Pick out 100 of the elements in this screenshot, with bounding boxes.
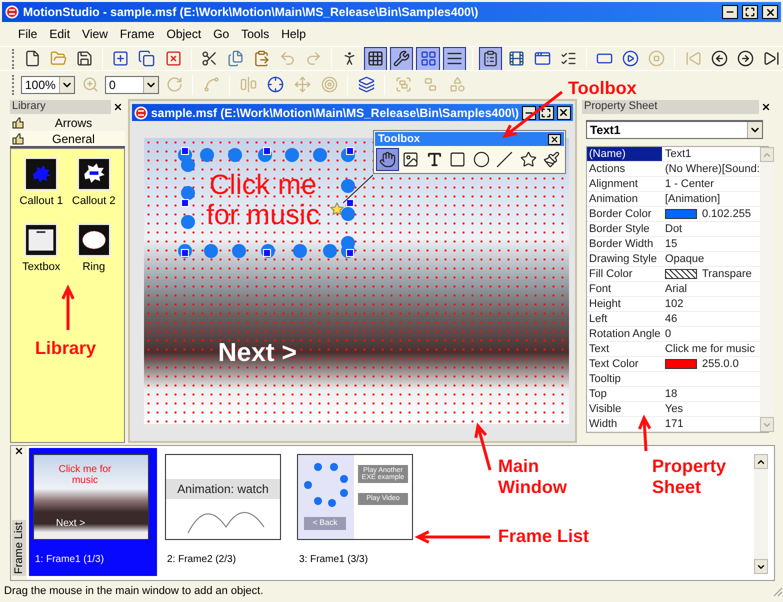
selection-handle[interactable] <box>181 147 189 155</box>
menu-item[interactable]: Edit <box>43 27 76 41</box>
property-value: Text1 <box>665 148 692 160</box>
callout-label: Frame List <box>498 526 590 547</box>
menu-item[interactable]: Object <box>160 27 208 41</box>
library-item-label[interactable]: Ring <box>82 261 106 273</box>
connector-line <box>343 174 373 204</box>
frame-label: 3: Frame1 (3/3) <box>298 554 369 565</box>
close-icon <box>761 102 771 112</box>
hand-icon <box>378 151 396 168</box>
maximize-button[interactable] <box>742 5 758 19</box>
property-name[interactable]: Animation <box>587 192 662 206</box>
wrench-icon <box>393 50 410 67</box>
app-logo-icon <box>134 106 148 120</box>
close-button[interactable] <box>548 134 561 144</box>
property-value: 0 <box>665 328 672 340</box>
line-icon <box>496 151 514 168</box>
property-name[interactable]: Border Width <box>587 237 662 251</box>
property-value: 18 <box>665 388 678 400</box>
canvas-text[interactable]: Next > <box>218 337 297 368</box>
callout-label: Property Sheet <box>652 456 728 498</box>
selection-handle[interactable] <box>181 199 189 207</box>
frame-label: 2: Frame2 (2/3) <box>166 554 237 565</box>
window-title: MotionStudio - sample.msf (E:\Work\Motion\Main\MS_Release\Bin\Samples400\) <box>23 5 480 19</box>
scroll-down-button[interactable] <box>754 559 768 574</box>
toolbar-button[interactable] <box>364 46 388 70</box>
value-dropdown[interactable]: 100% <box>21 76 75 94</box>
property-name[interactable]: Font <box>587 282 662 296</box>
maximize-icon <box>745 7 755 17</box>
menu-item[interactable]: File <box>12 27 44 41</box>
property-name[interactable]: Width <box>587 417 662 431</box>
property-name[interactable]: Actions <box>587 162 662 176</box>
frame-label: 1: Frame1 (1/3) <box>34 554 105 565</box>
thumbnail-caption: Click me for music <box>58 465 112 486</box>
copy-squares-icon <box>138 50 156 67</box>
property-value: 1 - Center <box>665 178 714 190</box>
scissors-icon <box>200 50 218 67</box>
property-name[interactable]: Drawing Style <box>587 252 662 266</box>
selection-handle[interactable] <box>181 249 189 257</box>
undo-icon <box>278 50 296 67</box>
library-item-label[interactable]: Callout 1 <box>20 195 63 207</box>
property-name[interactable]: Height <box>587 297 662 311</box>
object-dropdown[interactable]: Text1 <box>586 120 763 139</box>
library-item-label[interactable]: Callout 2 <box>72 195 116 207</box>
close-button[interactable] <box>762 5 778 19</box>
thumb-up-icon <box>12 132 24 144</box>
panel-title: Library <box>10 100 111 114</box>
property-value: (No Where)[Sound: <box>665 163 760 175</box>
property-name[interactable]: (Name) <box>587 147 662 161</box>
property-value: Dot <box>665 223 682 235</box>
toolbar-button[interactable] <box>390 46 414 70</box>
selection-handle[interactable] <box>263 249 271 257</box>
add-square-icon <box>112 50 130 67</box>
toolbar-button[interactable] <box>478 46 502 70</box>
delete-square-icon <box>164 50 182 67</box>
panel-title: Frame List <box>12 520 26 576</box>
property-name[interactable]: Top <box>587 387 662 401</box>
checklist-icon <box>560 50 578 67</box>
menu-item[interactable]: View <box>76 27 114 41</box>
window-title: sample.msf (E:\Work\Motion\Main\MS_Release\Bin\Samples400\) <box>151 106 519 120</box>
minimize-button[interactable] <box>722 5 738 19</box>
property-name[interactable]: Tooltip <box>587 372 662 386</box>
window-icon <box>24 223 58 257</box>
toolbar-button[interactable] <box>442 46 466 70</box>
category-tab[interactable]: General <box>10 131 125 148</box>
property-name[interactable]: Left <box>587 312 662 326</box>
frame-item[interactable]: Click me for music Next > 1: Frame1 (1/3) <box>29 448 157 576</box>
property-name[interactable]: Fill Color <box>587 267 662 281</box>
menu-item[interactable]: Go <box>207 27 236 41</box>
selection-handle[interactable] <box>346 249 354 257</box>
selection-handle[interactable] <box>346 147 354 155</box>
library-item-label[interactable]: Textbox <box>22 261 60 273</box>
close-icon <box>550 134 559 144</box>
brush-icon <box>543 151 560 168</box>
thumbnail-button: < Back <box>304 517 346 530</box>
group-icon <box>394 76 412 93</box>
property-name[interactable]: Border Color <box>587 207 662 221</box>
property-name[interactable]: Border Style <box>587 222 662 236</box>
close-button[interactable] <box>556 106 572 120</box>
rectangle-icon <box>449 151 466 168</box>
property-name[interactable]: Text Color <box>587 357 662 371</box>
tool-button[interactable] <box>376 148 398 171</box>
toolbar-button[interactable] <box>416 46 440 70</box>
menu-item[interactable]: Tools <box>235 27 276 41</box>
selection-handle[interactable] <box>346 199 354 207</box>
move-icon <box>294 76 310 93</box>
selection-handle[interactable] <box>263 147 271 155</box>
category-tab[interactable]: Arrows <box>10 114 125 131</box>
callout-label: Library <box>35 338 98 359</box>
align-icon <box>240 76 256 93</box>
property-name[interactable]: Rotation Angle <box>587 327 662 341</box>
property-name[interactable]: Text <box>587 342 662 356</box>
callout-label: Toolbox <box>568 78 638 99</box>
menu-item[interactable]: Help <box>275 27 312 41</box>
frame-item[interactable]: Animation: watch 2: Frame2 (2/3) <box>161 448 289 576</box>
property-name[interactable]: Alignment <box>587 177 662 191</box>
menu-item[interactable]: Frame <box>114 27 160 41</box>
scroll-up-button[interactable] <box>754 454 768 469</box>
property-name[interactable]: Visible <box>587 402 662 416</box>
value-dropdown[interactable]: 0 <box>105 76 159 94</box>
